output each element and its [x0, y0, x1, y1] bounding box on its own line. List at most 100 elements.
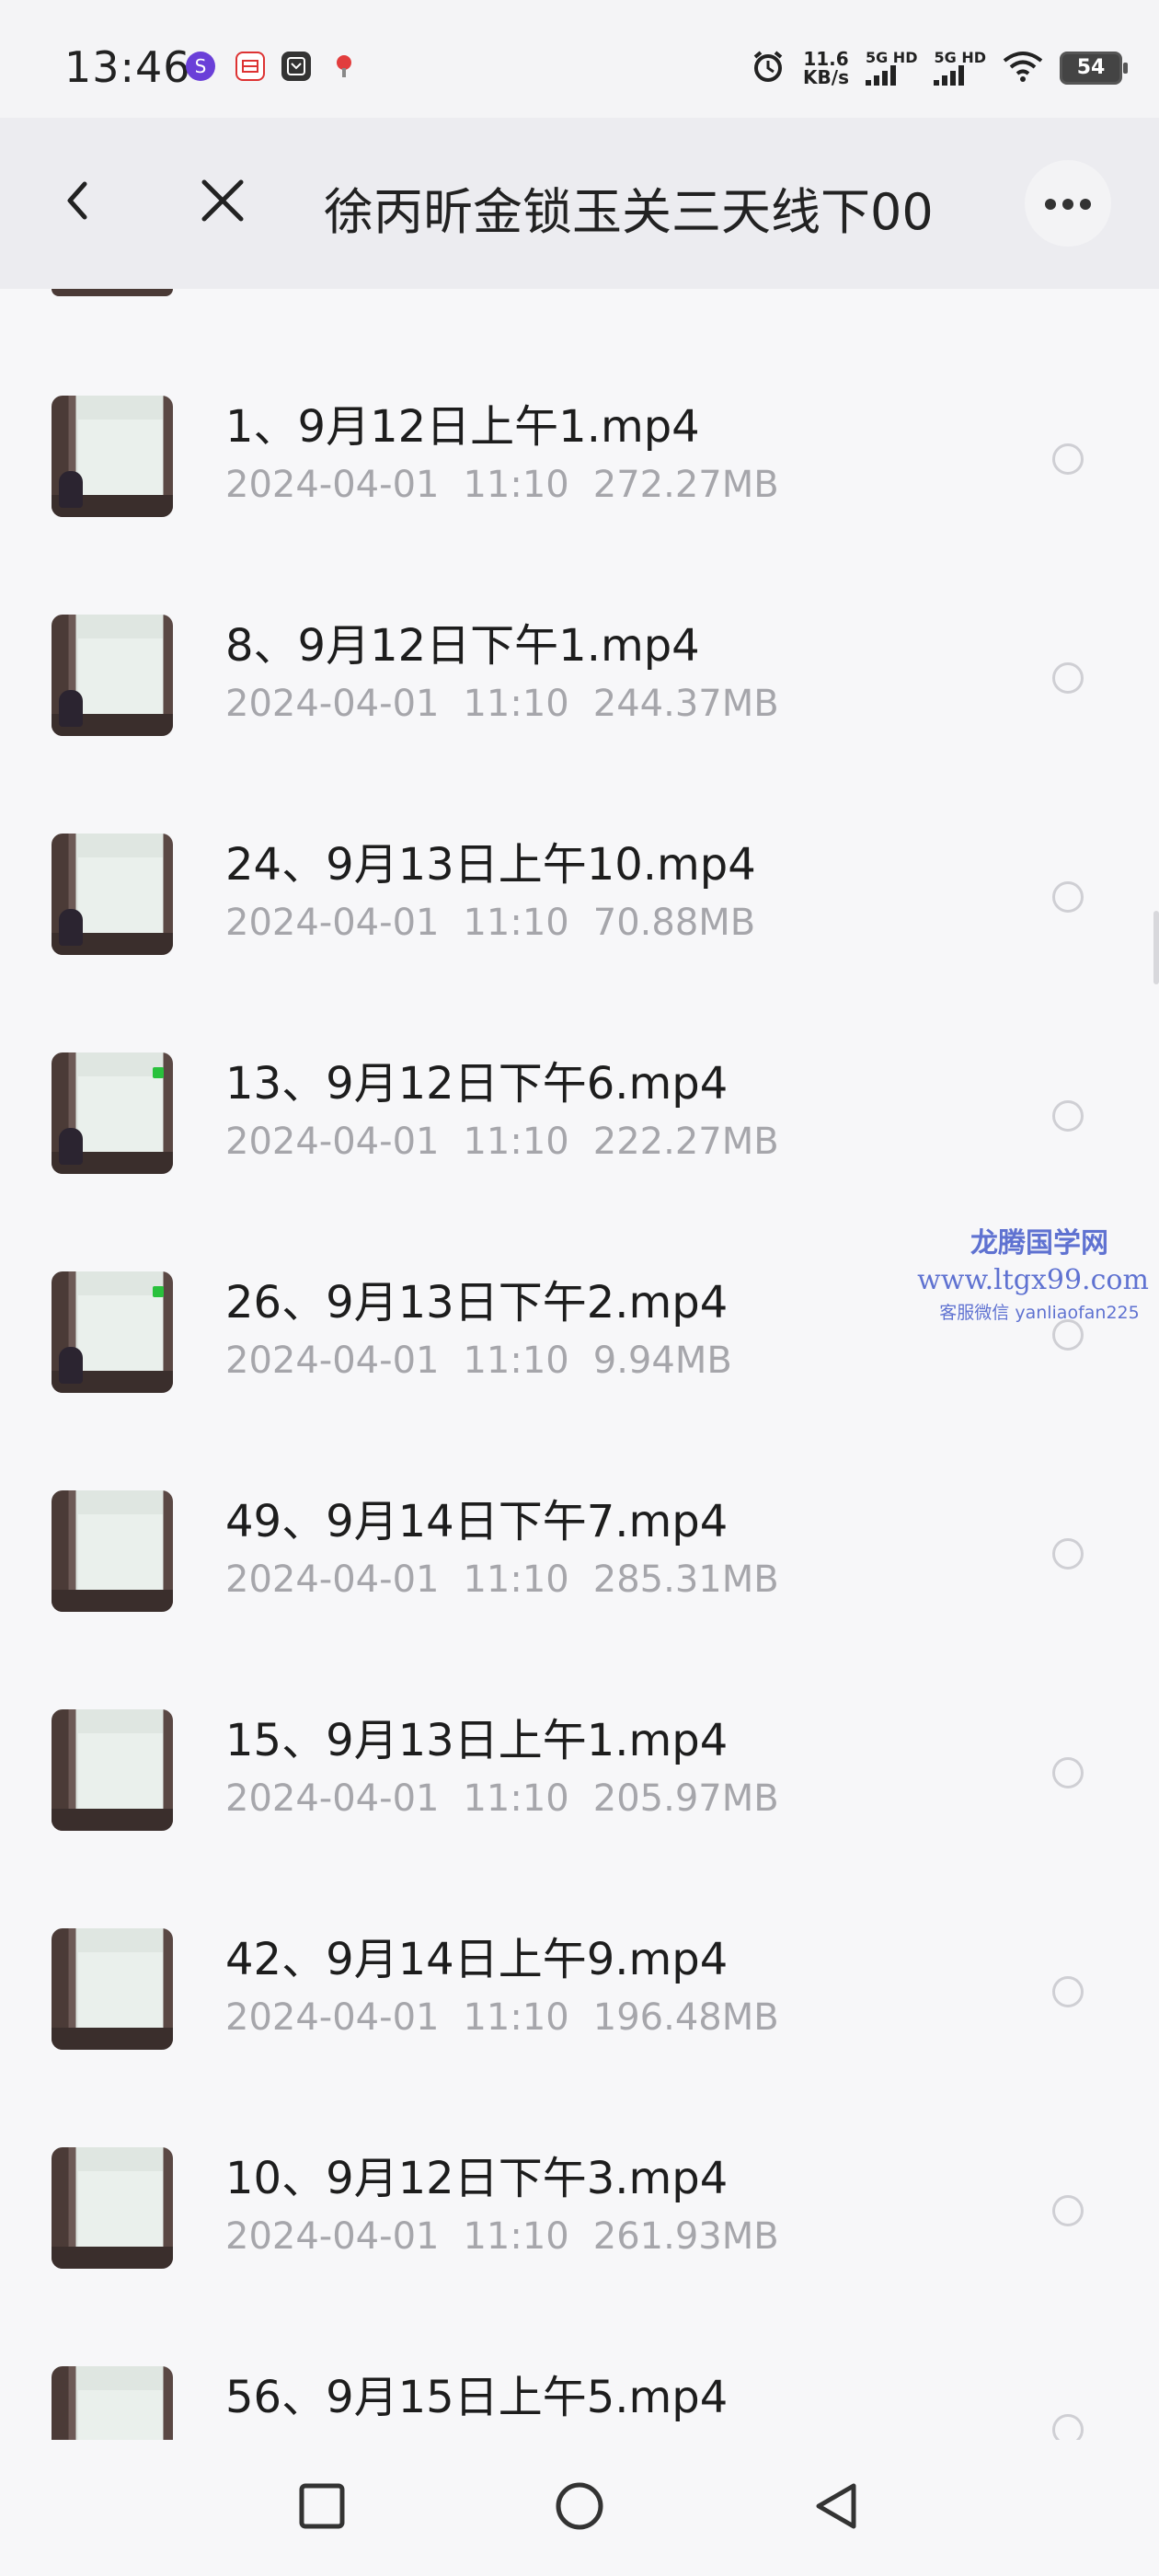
file-date: 2024-04-01	[225, 683, 440, 725]
sim1-signal: 5G HD	[865, 51, 917, 86]
thumbnail-whiteboard	[78, 1952, 164, 2029]
net-speed: 11.6 KB/s	[803, 50, 849, 86]
file-name: 56、9月15日上午5.mp4	[225, 2372, 729, 2423]
file-meta: 2024-04-01 11:10 272.27MB	[225, 464, 779, 506]
select-radio-button[interactable]	[1052, 881, 1084, 913]
file-name: 10、9月12日下午3.mp4	[225, 2153, 729, 2204]
file-meta: 2024-04-01 11:10 244.37MB	[225, 683, 779, 725]
video-thumbnail	[52, 1928, 173, 2050]
file-time: 11:10	[463, 1777, 569, 1820]
thumbnail-person	[59, 1347, 83, 1384]
file-date: 2024-04-01	[225, 1777, 440, 1820]
file-time: 11:10	[463, 464, 569, 506]
thumbnail-marker	[153, 1286, 164, 1297]
scroll-indicator[interactable]	[1153, 911, 1159, 984]
thumbnail-whiteboard	[78, 1295, 164, 1372]
select-radio-button[interactable]	[1052, 2195, 1084, 2226]
sim2-signal: 5G HD	[934, 51, 986, 86]
system-back-button[interactable]	[808, 2477, 866, 2536]
file-meta: 2024-04-01 11:10 222.27MB	[225, 1121, 779, 1163]
file-row[interactable]: 56、9月15日上午5.mp4	[0, 2322, 1159, 2440]
thumbnail-floor	[52, 2247, 173, 2269]
select-radio-button[interactable]	[1052, 1100, 1084, 1132]
recents-square-icon	[299, 2483, 345, 2529]
file-size: 244.37MB	[592, 683, 779, 725]
file-row[interactable]: 8、9月12日下午1.mp4 2024-04-01 11:10 244.37MB	[0, 570, 1159, 789]
more-options-button[interactable]	[1025, 160, 1111, 247]
watermark-site-name: 龙腾国学网	[970, 1227, 1108, 1259]
navigation-bar	[0, 2440, 1159, 2576]
select-radio-button[interactable]	[1052, 1538, 1084, 1570]
thumbnail-floor	[52, 2028, 173, 2050]
file-meta: 2024-04-01 11:10 196.48MB	[225, 1996, 779, 2039]
file-date: 2024-04-01	[225, 1121, 440, 1163]
file-list: 1、9月12日上午1.mp4 2024-04-01 11:10 272.27MB 8、9…	[0, 289, 1159, 2440]
thumbnail-whiteboard	[78, 1076, 164, 1153]
thumbnail-floor	[52, 1590, 173, 1612]
file-row[interactable]: 1、9月12日上午1.mp4 2024-04-01 11:10 272.27MB	[0, 351, 1159, 570]
file-name: 26、9月13日下午2.mp4	[225, 1277, 729, 1328]
status-time: 13:46	[64, 42, 191, 92]
thumbnail-whiteboard	[78, 420, 164, 496]
select-radio-button[interactable]	[1052, 2414, 1084, 2440]
video-thumbnail	[52, 615, 173, 736]
file-date: 2024-04-01	[225, 2215, 440, 2258]
file-row[interactable]: 49、9月14日下午7.mp4 2024-04-01 11:10 285.31MB	[0, 1446, 1159, 1665]
thumbnail-person	[59, 690, 83, 727]
page-title: 徐丙昕金锁玉关三天线下00	[324, 183, 934, 241]
thumbnail-whiteboard	[78, 1514, 164, 1591]
close-icon	[201, 179, 244, 222]
file-meta: 2024-04-01 11:10 205.97MB	[225, 1777, 779, 1820]
select-radio-button[interactable]	[1052, 443, 1084, 475]
file-date: 2024-04-01	[225, 902, 440, 944]
thumbnail-floor	[52, 1809, 173, 1831]
watermark-contact: 客服微信 yanliaofan225	[939, 1303, 1140, 1323]
file-size: 272.27MB	[592, 464, 779, 506]
file-time: 11:10	[463, 2215, 569, 2258]
file-time: 11:10	[463, 1996, 569, 2039]
file-date: 2024-04-01	[225, 1996, 440, 2039]
file-size: 285.31MB	[592, 1558, 779, 1601]
svg-text:S: S	[195, 55, 207, 77]
file-name: 1、9月12日上午1.mp4	[225, 401, 700, 453]
file-row[interactable]: 42、9月14日上午9.mp4 2024-04-01 11:10 196.48MB	[0, 1884, 1159, 2103]
file-row[interactable]: 24、9月13日上午10.mp4 2024-04-01 11:10 70.88MB	[0, 789, 1159, 1008]
thumbnail-whiteboard	[78, 2390, 164, 2440]
status-right-group: 11.6 KB/s 5G HD 5G HD 54	[750, 48, 1128, 88]
video-thumbnail	[52, 1490, 173, 1612]
video-thumbnail	[52, 2147, 173, 2269]
select-radio-button[interactable]	[1052, 1757, 1084, 1788]
recents-button[interactable]	[293, 2477, 351, 2536]
chevron-left-icon	[67, 181, 87, 220]
home-button[interactable]	[550, 2477, 609, 2536]
thumbnail-person	[59, 909, 83, 946]
sim2-label: 5G HD	[934, 49, 986, 66]
video-thumbnail	[52, 1709, 173, 1831]
file-row[interactable]: 13、9月12日下午6.mp4 2024-04-01 11:10 222.27MB	[0, 1008, 1159, 1227]
close-button[interactable]	[195, 173, 250, 228]
file-row[interactable]: 10、9月12日下午3.mp4 2024-04-01 11:10 261.93MB	[0, 2103, 1159, 2322]
file-row[interactable]: 15、9月13日上午1.mp4 2024-04-01 11:10 205.97MB	[0, 1665, 1159, 1884]
signal-bars-icon	[934, 65, 965, 86]
thumbnail-whiteboard	[78, 2171, 164, 2248]
video-thumbnail	[52, 834, 173, 955]
file-name: 24、9月13日上午10.mp4	[225, 839, 756, 891]
battery-icon: 54	[1060, 52, 1128, 85]
file-name: 49、9月14日下午7.mp4	[225, 1496, 729, 1547]
home-circle-icon	[556, 2482, 603, 2530]
thumbnail-person	[59, 1128, 83, 1165]
select-radio-button[interactable]	[1052, 662, 1084, 694]
select-radio-button[interactable]	[1052, 1976, 1084, 2007]
watermark-url: www.ltgx99.com	[917, 1264, 1149, 1296]
file-size: 261.93MB	[592, 2215, 779, 2258]
app-s-icon: S	[186, 52, 215, 81]
file-date: 2024-04-01	[225, 1340, 440, 1382]
file-time: 11:10	[463, 1558, 569, 1601]
file-meta: 2024-04-01 11:10 9.94MB	[225, 1340, 732, 1382]
file-meta: 2024-04-01 11:10 70.88MB	[225, 902, 755, 944]
file-size: 9.94MB	[592, 1340, 732, 1382]
back-button[interactable]	[52, 173, 107, 228]
thumbnail-whiteboard	[78, 638, 164, 715]
file-name: 13、9月12日下午6.mp4	[225, 1058, 729, 1110]
file-size: 70.88MB	[592, 902, 756, 944]
